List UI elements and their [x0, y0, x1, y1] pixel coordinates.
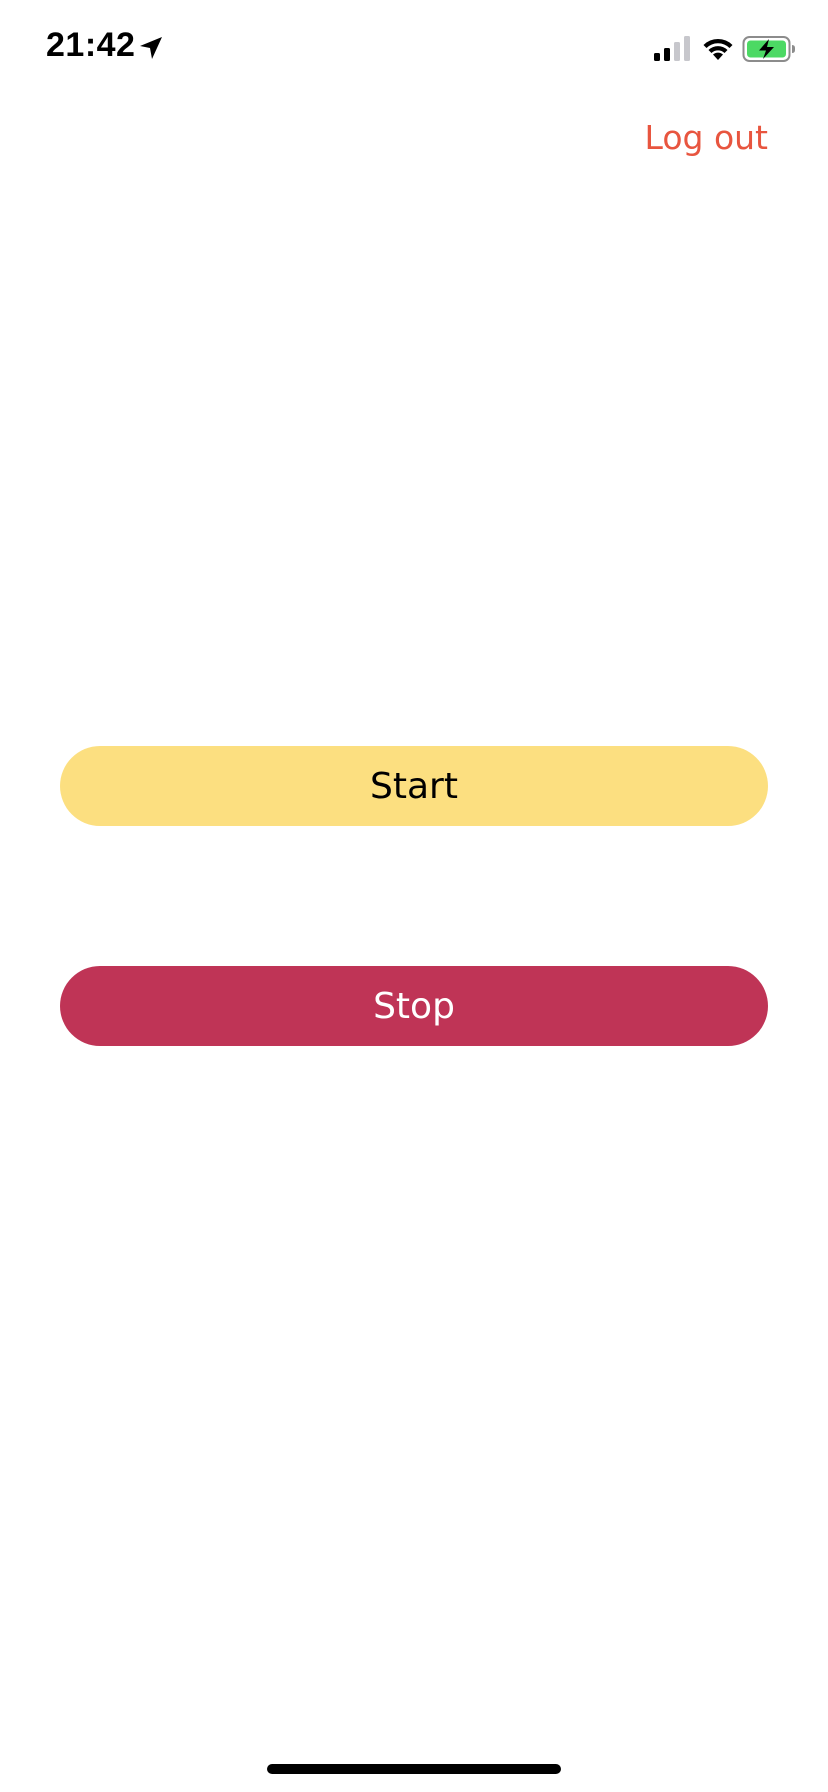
wifi-icon: [703, 38, 733, 60]
stop-button[interactable]: Stop: [60, 966, 768, 1046]
cellular-signal-icon: [654, 36, 690, 61]
logout-button[interactable]: Log out: [645, 118, 768, 157]
status-time: 21:42: [46, 26, 136, 64]
location-arrow-icon: [140, 37, 162, 59]
home-indicator[interactable]: [267, 1764, 561, 1774]
status-bar: 21:42: [0, 0, 828, 100]
battery-charging-icon: [742, 36, 795, 62]
start-button[interactable]: Start: [60, 746, 768, 826]
